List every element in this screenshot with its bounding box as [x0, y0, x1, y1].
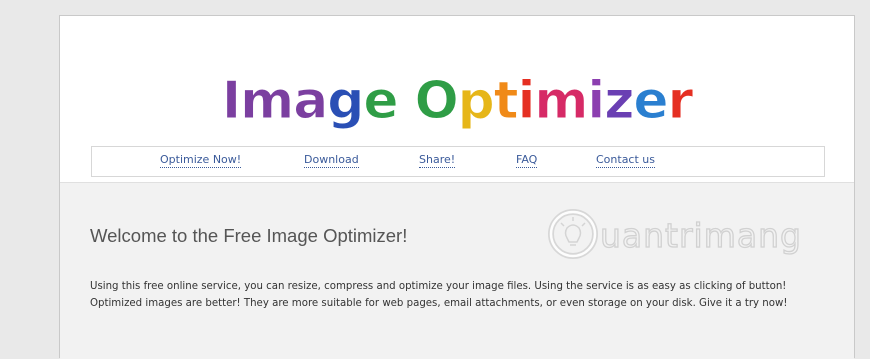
nav-optimize-now[interactable]: Optimize Now! [160, 153, 242, 168]
watermark-graphic: uantrimang [548, 209, 802, 259]
site-header: Image Optimizer Optimize Now! Download S… [60, 16, 854, 182]
logo-letter: g [327, 71, 363, 131]
logo-letter: e [363, 71, 397, 131]
site-logo[interactable]: Image Optimizer [60, 56, 854, 146]
logo-letter: i [518, 71, 535, 131]
intro-paragraph: Using this free online service, you can … [90, 281, 788, 309]
logo-letter: z [604, 71, 633, 131]
logo-letter: a [293, 71, 327, 131]
logo-letter: e [633, 71, 667, 131]
logo-graphic: Image Optimizer [221, 70, 695, 131]
nav-download[interactable]: Download [304, 153, 359, 168]
main-content: Welcome to the Free Image Optimizer! uan… [60, 182, 854, 359]
logo-letter: m [534, 71, 587, 131]
logo-letter: I [222, 71, 240, 131]
page-container: Image Optimizer Optimize Now! Download S… [59, 15, 855, 359]
nav-faq[interactable]: FAQ [516, 153, 538, 168]
nav-share[interactable]: Share! [419, 153, 456, 168]
logo-letter: p [458, 71, 494, 131]
logo-text: Image Optimizer [222, 71, 694, 131]
logo-letter [398, 71, 415, 131]
watermark: uantrimang [540, 207, 840, 263]
main-nav: Optimize Now! Download Share! FAQ Contac… [91, 146, 825, 177]
logo-letter: m [240, 71, 293, 131]
logo-letter: i [587, 71, 604, 131]
lightbulb-icon [548, 209, 598, 259]
logo-letter: t [494, 71, 518, 131]
logo-letter: O [415, 71, 458, 131]
nav-contact-us[interactable]: Contact us [596, 153, 655, 168]
logo-letter: r [668, 71, 694, 131]
page-title: Welcome to the Free Image Optimizer! [90, 225, 408, 246]
watermark-text: uantrimang [600, 216, 802, 255]
